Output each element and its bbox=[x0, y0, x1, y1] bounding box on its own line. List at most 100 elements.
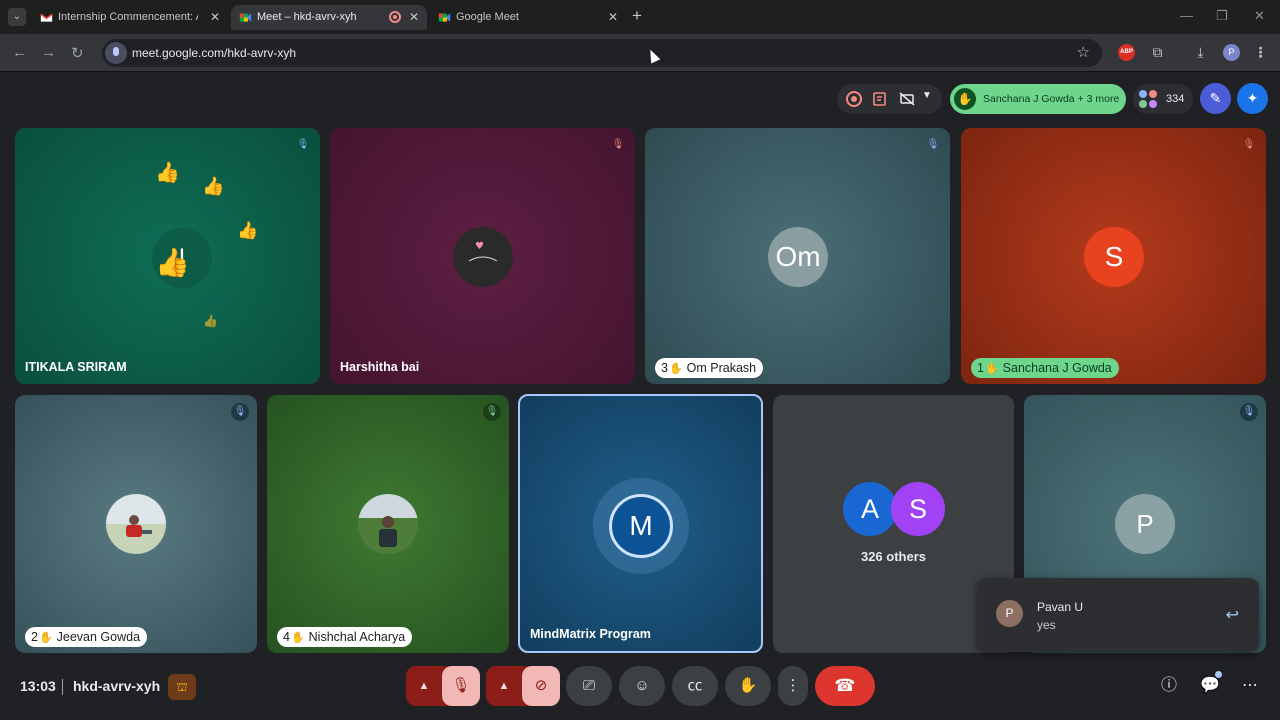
active-speaker-tile[interactable]: M MindMatrix Program bbox=[518, 394, 763, 653]
microphone-icon[interactable] bbox=[105, 42, 127, 64]
close-icon[interactable]: ✕ bbox=[210, 5, 220, 30]
pen-tool-icon[interactable]: ✎ bbox=[1200, 83, 1231, 114]
participants-pill[interactable]: 334 bbox=[1133, 84, 1193, 114]
window-close-icon[interactable]: ✕ bbox=[1254, 8, 1265, 24]
camera-control[interactable]: ▲ ⊘ bbox=[486, 666, 560, 706]
tab-search-button[interactable]: ⌄ bbox=[8, 8, 26, 26]
back-icon[interactable]: ← bbox=[12, 44, 27, 61]
captions-icon: ㏄ bbox=[687, 677, 703, 694]
extensions-puzzle-icon[interactable]: ⧉ bbox=[1149, 44, 1166, 61]
microphone-control[interactable]: ▲ 🎙 bbox=[406, 666, 480, 706]
chat-icon[interactable]: 💬 bbox=[1198, 671, 1222, 698]
participant-tile[interactable]: I 👍 👍 👍 👍 👍 🎙 ITIKALA SRIRAM bbox=[15, 128, 320, 384]
chat-sender: Pavan U bbox=[1037, 600, 1084, 614]
more-vert-icon: ⋮ bbox=[785, 677, 801, 694]
reply-icon[interactable]: ↩ bbox=[1226, 605, 1239, 625]
participant-name: Om Prakash bbox=[686, 361, 757, 375]
notes-icon bbox=[873, 92, 886, 106]
participant-tile[interactable]: S 🎙 1✋ Sanchana J Gowda bbox=[961, 128, 1266, 384]
captions-off-icon bbox=[899, 92, 915, 106]
minimize-icon[interactable]: — bbox=[1180, 8, 1193, 23]
download-icon[interactable]: ⤓ bbox=[1192, 44, 1209, 61]
profile-avatar[interactable]: P bbox=[1223, 44, 1240, 61]
camera-off-icon[interactable]: ⊘ bbox=[522, 666, 560, 706]
svg-text:♥: ♥ bbox=[475, 241, 484, 252]
close-icon[interactable]: ✕ bbox=[608, 5, 618, 30]
participant-name-chip: 3✋ Om Prakash bbox=[655, 358, 764, 378]
participant-name-chip: 4✋ Nishchal Acharya bbox=[277, 627, 413, 647]
people-icon bbox=[1139, 90, 1159, 108]
tab-title: Meet – hkd-avrv-xyh bbox=[257, 11, 357, 23]
browser-toolbar: ← → ↻ meet.google.com/hkd-avrv-xyh ☆ ABP… bbox=[0, 34, 1280, 72]
leave-call-button[interactable]: ☎ bbox=[815, 666, 875, 706]
thumbs-up-reaction-icon: 👍 bbox=[155, 247, 190, 278]
meeting-time: 13:03 bbox=[20, 678, 56, 694]
participant-name: Jeevan Gowda bbox=[56, 630, 141, 644]
mic-off-icon[interactable]: 🎙 bbox=[442, 666, 480, 706]
avatar: P bbox=[1115, 494, 1175, 554]
captions-button[interactable]: ㏄ bbox=[672, 666, 718, 706]
raise-hand-button[interactable]: ✋ bbox=[725, 666, 771, 706]
meeting-code: hkd-avrv-xyh bbox=[73, 678, 161, 694]
chat-message: yes bbox=[1037, 618, 1056, 632]
chat-notification[interactable]: P Pavan U yes ↩ bbox=[977, 578, 1259, 652]
thumbs-up-reaction-icon: 👍 bbox=[155, 162, 180, 184]
mic-off-icon: 🎙 bbox=[611, 139, 625, 150]
mic-off-icon: 🎙 bbox=[483, 403, 501, 421]
tab-title: Google Meet bbox=[456, 11, 519, 23]
browser-menu-icon[interactable]: ⋮ bbox=[1252, 44, 1269, 61]
phone-hangup-icon: ☎ bbox=[834, 676, 856, 695]
mic-off-icon: 🎙 bbox=[296, 139, 310, 150]
raised-hands-pill[interactable]: ✋ Sanchana J Gowda + 3 more bbox=[950, 84, 1126, 114]
reload-icon[interactable]: ↻ bbox=[71, 44, 84, 62]
reactions-button[interactable]: ☺ bbox=[619, 666, 665, 706]
mic-off-icon: 🎙 bbox=[926, 139, 940, 150]
avatar: ♥ bbox=[453, 227, 513, 287]
mic-off-icon: 🎙 bbox=[231, 403, 249, 421]
chevron-up-icon[interactable]: ▲ bbox=[406, 666, 442, 706]
thumbs-up-reaction-icon: 👍 bbox=[237, 221, 259, 240]
present-screen-button[interactable]: ⎚ bbox=[566, 666, 612, 706]
tab-google-meet[interactable]: Google Meet ✕ bbox=[430, 5, 626, 30]
browser-tab-bar: ⌄ Internship Commencement: An ✕ Meet – h… bbox=[0, 0, 1280, 34]
gemini-sparkle-icon[interactable]: ✦ bbox=[1237, 83, 1268, 114]
raise-hand-icon: ✋ bbox=[738, 677, 758, 694]
bookmark-star-icon[interactable]: ☆ bbox=[1077, 43, 1090, 61]
new-tab-button[interactable]: + bbox=[632, 6, 642, 26]
meet-control-bar: 13:03 hkd-avrv-xyh ⛫ ▲ 🎙 ▲ ⊘ ⎚ ☺ ㏄ ✋ ⋮ ☎… bbox=[0, 660, 1280, 720]
url-text[interactable]: meet.google.com/hkd-avrv-xyh bbox=[132, 46, 296, 60]
participant-name: MindMatrix Program bbox=[530, 627, 651, 641]
restore-icon[interactable]: ❐ bbox=[1216, 8, 1228, 24]
hand-raise-order: 4 bbox=[283, 630, 290, 644]
forward-icon[interactable]: → bbox=[41, 44, 56, 61]
avatar: S bbox=[891, 482, 945, 536]
divider bbox=[62, 679, 63, 695]
tab-internship[interactable]: Internship Commencement: An ✕ bbox=[32, 5, 228, 30]
participant-tile[interactable]: Om 🎙 3✋ Om Prakash bbox=[645, 128, 950, 384]
tab-meet-active[interactable]: Meet – hkd-avrv-xyh ✕ bbox=[231, 5, 427, 30]
recording-icon bbox=[846, 91, 862, 107]
participant-tile[interactable]: 🎙 4✋ Nishchal Acharya bbox=[267, 395, 509, 653]
participant-name-chip: 2✋ Jeevan Gowda bbox=[25, 627, 148, 647]
meeting-info-icon[interactable]: ⓘ bbox=[1157, 674, 1181, 698]
participant-name: ITIKALA SRIRAM bbox=[25, 360, 127, 374]
participant-tile[interactable]: ♥ 🎙 Harshitha bai bbox=[330, 128, 635, 384]
avatar: Om bbox=[768, 227, 828, 287]
raised-hands-label: Sanchana J Gowda + 3 more bbox=[983, 93, 1120, 105]
unread-badge bbox=[1215, 671, 1222, 678]
raised-hand-icon: ✋ bbox=[290, 632, 305, 644]
tab-title: Internship Commencement: An bbox=[58, 11, 198, 23]
more-options-button[interactable]: ⋮ bbox=[778, 666, 808, 706]
chevron-up-icon[interactable]: ▲ bbox=[486, 666, 522, 706]
close-icon[interactable]: ✕ bbox=[409, 5, 419, 30]
host-controls-icon[interactable]: ⛫ bbox=[168, 674, 196, 700]
meet-icon bbox=[438, 13, 451, 22]
participant-tile[interactable]: 🎙 2✋ Jeevan Gowda bbox=[15, 395, 257, 653]
address-bar[interactable]: meet.google.com/hkd-avrv-xyh ☆ bbox=[102, 39, 1102, 67]
adblock-extension-icon[interactable]: ABP bbox=[1118, 44, 1135, 61]
activities-grid-icon[interactable]: ⋯ bbox=[1238, 674, 1262, 698]
mic-off-icon: 🎙 bbox=[1240, 403, 1258, 421]
profile-photo bbox=[126, 515, 152, 537]
recording-controls[interactable]: ▼ bbox=[837, 84, 942, 114]
raised-hand-icon: ✋ bbox=[954, 88, 976, 110]
